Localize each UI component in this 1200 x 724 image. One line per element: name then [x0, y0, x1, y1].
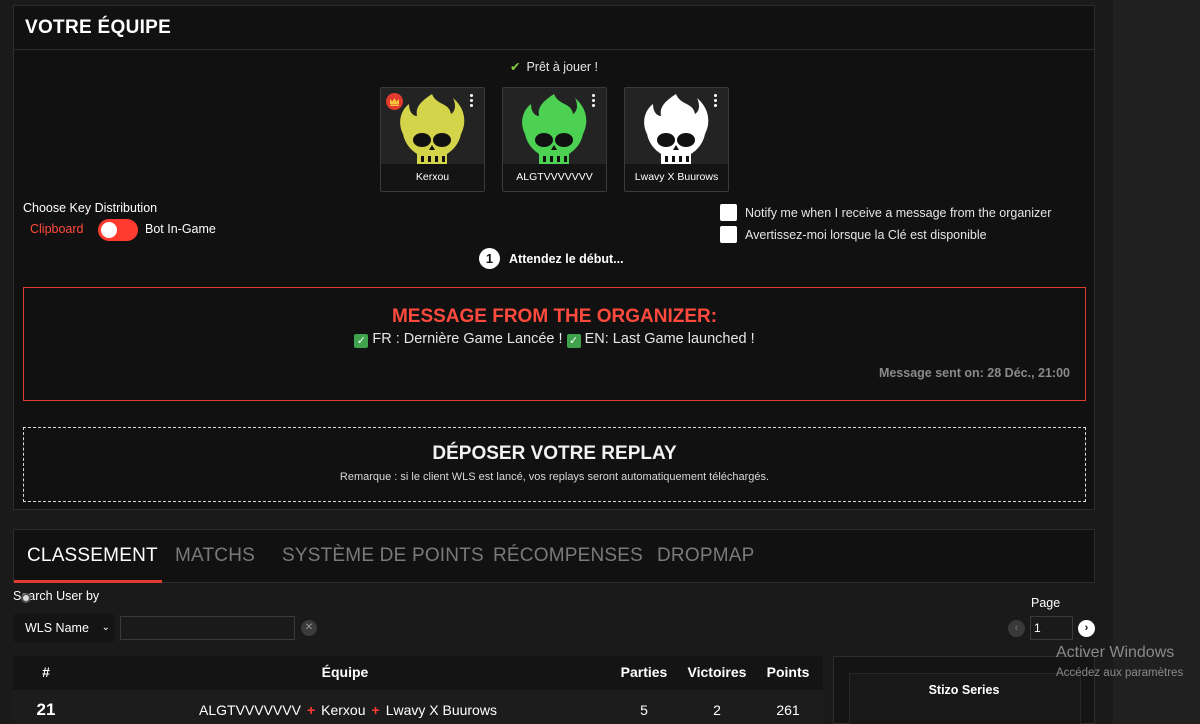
plus-icon: + [371, 702, 380, 718]
notify-organizer-row[interactable]: Notify me when I receive a message from … [720, 204, 1051, 221]
more-options-icon[interactable] [592, 94, 596, 109]
header-team: Équipe [321, 664, 369, 680]
flame-skull-avatar-icon [644, 94, 709, 164]
search-type-select[interactable]: WLS Name ⌄ [14, 614, 114, 642]
message-fr: FR : Dernière Game Lancée ! [372, 331, 563, 347]
step-number: 1 [479, 248, 500, 269]
windows-activation-title: Activer Windows [1056, 644, 1175, 661]
player-card-3[interactable]: Lwavy X Buurows [624, 87, 729, 192]
crown-icon [386, 93, 403, 110]
team-title: VOTRE ÉQUIPE [25, 16, 172, 38]
tab-systeme-de-points[interactable]: SYSTÈME DE POINTS [282, 545, 484, 567]
page-label: Page [1031, 596, 1061, 610]
search-input[interactable] [120, 616, 295, 640]
chevron-down-icon: ⌄ [101, 622, 110, 633]
notify-organizer-checkbox[interactable] [720, 204, 737, 221]
key-distribution-toggle[interactable] [98, 219, 138, 241]
player-name: Lwavy X Buurows [625, 164, 728, 191]
plus-icon: + [306, 702, 316, 718]
replay-title: DÉPOSER VOTRE REPLAY [432, 443, 677, 464]
message-en: EN: Last Game launched ! [584, 331, 755, 347]
more-options-icon[interactable] [470, 94, 474, 109]
team-panel: VOTRE ÉQUIPE ✔ Prêt à jouer ! Kerxou ALGT… [13, 5, 1095, 510]
page-number-input[interactable]: 1 [1030, 616, 1073, 640]
player-name: Kerxou [381, 164, 484, 191]
player-card-2[interactable]: ALGTVVVVVVV [502, 87, 607, 192]
green-check-icon: ✓ [566, 334, 581, 348]
player-name: ALGTVVVVVVV [503, 164, 606, 191]
chevron-left-icon[interactable]: ‹ [1008, 620, 1025, 637]
clipboard-option[interactable]: Clipboard [30, 222, 84, 236]
green-check-icon: ✓ [354, 334, 369, 348]
windows-activation-subtitle: Accédez aux paramètres [1056, 667, 1184, 679]
series-card-inner [849, 673, 1081, 724]
check-icon: ✔ [509, 60, 521, 74]
clear-search-icon[interactable]: ✕ [301, 620, 317, 636]
replay-dropzone[interactable]: DÉPOSER VOTRE REPLAY Remarque : si le cl… [23, 427, 1086, 502]
key-distribution-label: Choose Key Distribution [23, 201, 158, 215]
header-wins: Victoires [687, 664, 747, 680]
replay-note: Remarque : si le client WLS est lancé, v… [339, 471, 770, 483]
row-wins: 2 [713, 702, 721, 718]
search-type-value: WLS Name [25, 621, 89, 635]
notify-key-checkbox[interactable] [720, 226, 737, 243]
leaderboard-header: # Équipe Parties Victoires Points [13, 656, 823, 690]
member-name: Kerxou [321, 702, 366, 718]
chevron-right-icon[interactable]: › [1078, 620, 1095, 637]
row-team-members: ALGTVVVVVVV + Kerxou + Lwavy X Buurows [163, 702, 533, 718]
toggle-knob [101, 222, 117, 238]
tab-recompenses[interactable]: RÉCOMPENSES [493, 545, 643, 567]
notify-organizer-label: Notify me when I receive a message from … [745, 205, 1052, 220]
member-name: ALGTVVVVVVV [199, 702, 301, 718]
organizer-title: MESSAGE FROM THE ORGANIZER: [391, 306, 718, 327]
table-row[interactable]: 21 ALGTVVVVVVV + Kerxou + Lwavy X Buurows 5 … [13, 690, 823, 724]
more-options-icon[interactable] [714, 94, 718, 109]
tab-dropmap[interactable]: DROPMAP [657, 545, 754, 567]
tab-matchs[interactable]: MATCHS [175, 545, 255, 567]
wait-text: Attendez le début... [509, 251, 624, 266]
mouse-cursor-icon [21, 593, 31, 603]
organizer-message-box: MESSAGE FROM THE ORGANIZER: ✓ FR : Derni… [23, 287, 1086, 401]
right-margin [1113, 0, 1200, 724]
header-points: Points [766, 664, 810, 680]
row-rank: 21 [36, 700, 56, 719]
ready-status: ✔ Prêt à jouer ! [14, 59, 1094, 74]
organizer-message: ✓ FR : Dernière Game Lancée ! ✓ EN: Last… [24, 331, 1085, 348]
member-name: Lwavy X Buurows [385, 702, 497, 718]
row-points: 261 [776, 702, 800, 718]
notify-key-label: Avertissez-moi lorsque la Clé est dispon… [745, 227, 987, 242]
header-rank: # [42, 664, 50, 680]
wait-status: 1 Attendez le début... [479, 248, 624, 269]
team-header: VOTRE ÉQUIPE [14, 6, 1094, 50]
active-tab-indicator [14, 580, 162, 583]
row-games: 5 [640, 702, 648, 718]
bot-ingame-option[interactable]: Bot In-Game [145, 222, 216, 236]
header-games: Parties [620, 664, 668, 680]
ready-text: Prêt à jouer ! [526, 60, 599, 74]
tabs-bar: CLASSEMENT MATCHS SYSTÈME DE POINTS RÉCO… [13, 529, 1095, 583]
notify-key-row[interactable]: Avertissez-moi lorsque la Clé est dispon… [720, 226, 987, 243]
message-sent-date: Message sent on: 28 Déc., 21:00 [878, 366, 1070, 380]
flame-skull-avatar-icon [522, 94, 587, 164]
tab-classement[interactable]: CLASSEMENT [27, 545, 158, 567]
player-card-1[interactable]: Kerxou [380, 87, 485, 192]
series-title: Stizo Series [928, 683, 1000, 697]
